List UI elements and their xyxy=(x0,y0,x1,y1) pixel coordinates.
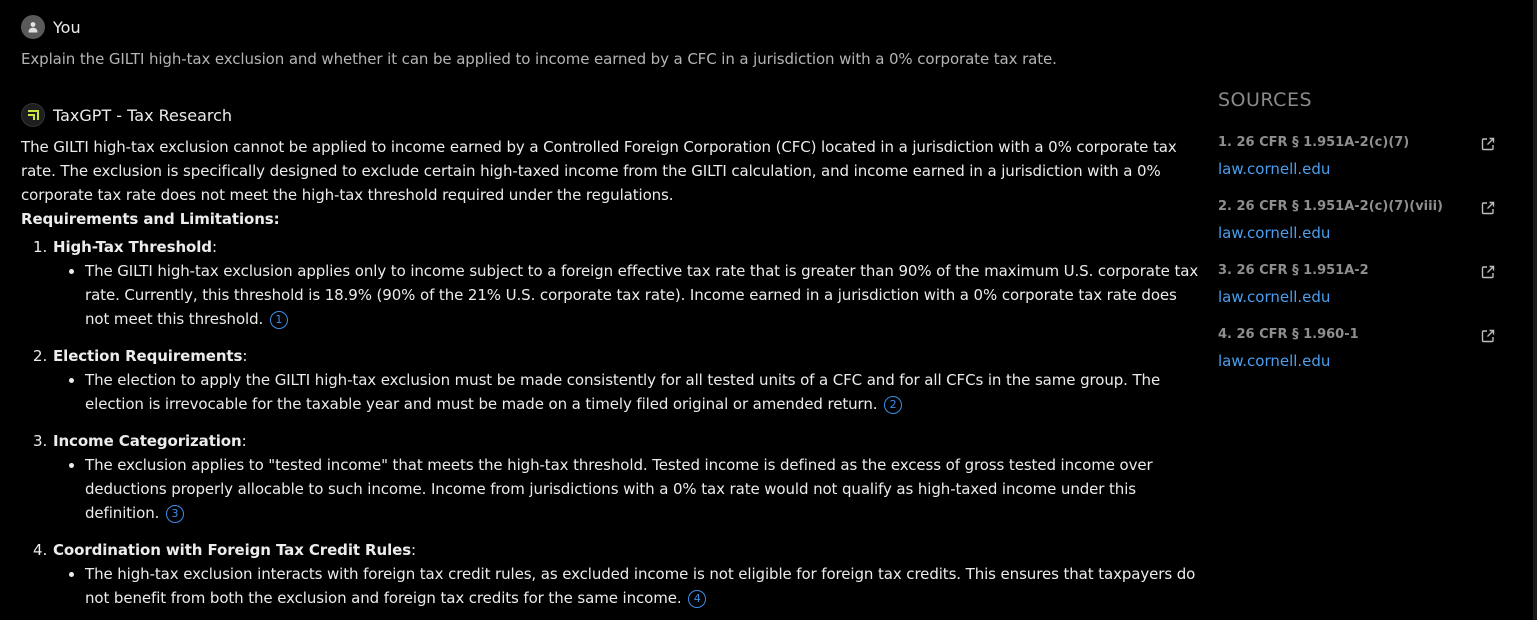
source-link[interactable]: law.cornell.edu xyxy=(1218,287,1498,307)
section-heading: Requirements and Limitations: xyxy=(21,210,280,228)
person-icon xyxy=(21,15,45,39)
source-name: 2. 26 CFR § 1.951A-2(c)(7)(viii) xyxy=(1218,199,1443,214)
item-bullet: The exclusion applies to "tested income"… xyxy=(53,453,1201,525)
source-item: 4. 26 CFR § 1.960-1 law.cornell.edu xyxy=(1218,327,1498,371)
external-link-icon[interactable] xyxy=(1480,136,1496,152)
item-bullet: The high-tax exclusion interacts with fo… xyxy=(53,562,1201,610)
assistant-message-header: TaxGPT - Tax Research xyxy=(21,103,232,127)
citation-badge[interactable]: 4 xyxy=(688,589,707,608)
source-link[interactable]: law.cornell.edu xyxy=(1218,351,1498,371)
list-item: 4. Coordination with Foreign Tax Credit … xyxy=(21,538,1201,610)
item-number: 2. xyxy=(33,347,48,365)
source-name: 4. 26 CFR § 1.960-1 xyxy=(1218,327,1359,342)
scrollbar[interactable] xyxy=(1533,0,1537,620)
external-link-icon[interactable] xyxy=(1480,328,1496,344)
item-bullet: The election to apply the GILTI high-tax… xyxy=(53,368,1201,416)
assistant-name: TaxGPT - Tax Research xyxy=(53,105,233,125)
item-number: 3. xyxy=(33,432,48,450)
external-link-icon[interactable] xyxy=(1480,264,1496,280)
citation-badge[interactable]: 3 xyxy=(165,504,184,523)
source-item: 3. 26 CFR § 1.951A-2 law.cornell.edu xyxy=(1218,263,1498,307)
user-message-header: You xyxy=(21,15,81,39)
item-number: 4. xyxy=(33,541,48,559)
list-item: 3. Income Categorization: The exclusion … xyxy=(21,429,1201,525)
citation-badge[interactable]: 1 xyxy=(269,310,288,329)
source-name: 3. 26 CFR § 1.951A-2 xyxy=(1218,263,1369,278)
user-question: Explain the GILTI high-tax exclusion and… xyxy=(21,50,1057,68)
sources-title: SOURCES xyxy=(1218,89,1313,111)
taxgpt-logo-icon xyxy=(21,103,45,127)
list-item: 1. High-Tax Threshold: The GILTI high-ta… xyxy=(21,235,1201,331)
item-title: Election Requirements xyxy=(53,347,243,365)
sources-panel: SOURCES 1. 26 CFR § 1.951A-2(c)(7) law.c… xyxy=(1218,89,1498,371)
list-item: 2. Election Requirements: The election t… xyxy=(21,344,1201,416)
user-name: You xyxy=(53,17,81,37)
external-link-icon[interactable] xyxy=(1480,200,1496,216)
item-title: Income Categorization xyxy=(53,432,242,450)
item-number: 1. xyxy=(33,238,48,256)
item-bullet: The GILTI high-tax exclusion applies onl… xyxy=(53,259,1201,331)
citation-badge[interactable]: 2 xyxy=(884,395,903,414)
source-name: 1. 26 CFR § 1.951A-2(c)(7) xyxy=(1218,135,1410,150)
assistant-answer: The GILTI high-tax exclusion cannot be a… xyxy=(21,135,1201,620)
source-item: 2. 26 CFR § 1.951A-2(c)(7)(viii) law.cor… xyxy=(1218,199,1498,243)
source-link[interactable]: law.cornell.edu xyxy=(1218,223,1498,243)
requirements-list: 1. High-Tax Threshold: The GILTI high-ta… xyxy=(21,235,1201,610)
source-item: 1. 26 CFR § 1.951A-2(c)(7) law.cornell.e… xyxy=(1218,135,1498,179)
item-title: Coordination with Foreign Tax Credit Rul… xyxy=(53,541,412,559)
source-link[interactable]: law.cornell.edu xyxy=(1218,159,1498,179)
chat-page: You Explain the GILTI high-tax exclusion… xyxy=(0,0,1537,620)
answer-intro: The GILTI high-tax exclusion cannot be a… xyxy=(21,138,1177,204)
item-title: High-Tax Threshold xyxy=(53,238,212,256)
